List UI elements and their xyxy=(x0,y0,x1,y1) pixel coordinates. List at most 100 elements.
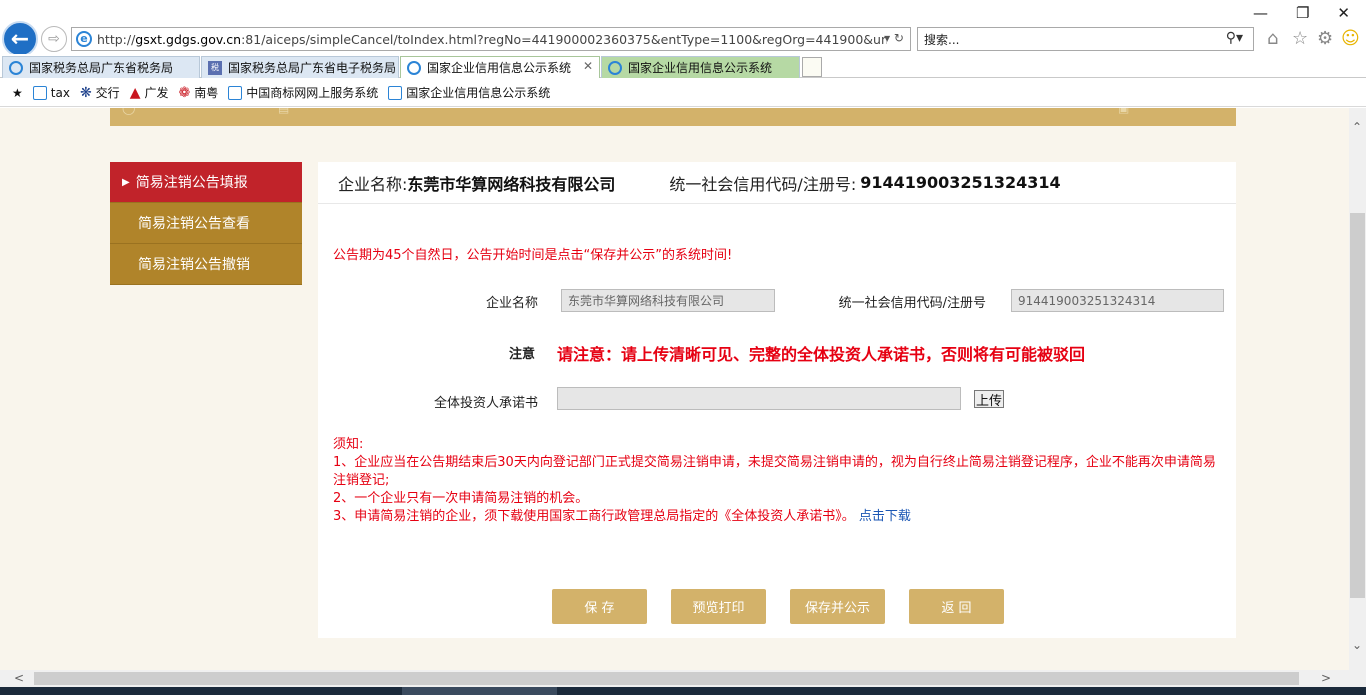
announcement-notice: 公告期为45个自然日，公告开始时间是点击“保存并公示”的系统时间! xyxy=(333,248,733,263)
tab-label: 国家企业信用信息公示系统 xyxy=(628,61,773,75)
url-host: gsxt.gdgs.gov.cn xyxy=(135,31,242,47)
favorite-cgb[interactable]: ▲ 广发 xyxy=(130,84,169,101)
page-icon xyxy=(228,85,243,100)
company-name-field[interactable]: 东莞市华算网络科技有限公司 xyxy=(561,289,775,312)
bocom-logo-icon: ❋ xyxy=(79,84,92,101)
credit-code-field[interactable]: 914419003251324314 xyxy=(1011,289,1224,312)
company-name-value: 东莞市华算网络科技有限公司 xyxy=(407,174,616,194)
instruction-item-3: 3、申请简易注销的企业，须下载使用国家工商行政管理总局指定的《全体投资人承诺书》… xyxy=(333,508,1228,526)
upload-button[interactable]: 上传 xyxy=(974,390,1004,409)
favorite-trademark[interactable]: 中国商标网网上服务系统 xyxy=(228,84,378,101)
action-buttons: 保 存 预览打印 保存并公示 返 回 xyxy=(552,589,1004,624)
save-button-label: 保 存 xyxy=(584,601,615,616)
sidebar-item-label: 简易注销公告撤销 xyxy=(138,257,250,273)
sidebar-item-revoke-announcement[interactable]: 简易注销公告撤销 xyxy=(110,244,302,285)
banner-doc-icon: ▤ xyxy=(278,108,290,115)
save-and-publish-button[interactable]: 保存并公示 xyxy=(790,589,885,624)
credit-code-label: 统一社会信用代码/注册号: xyxy=(669,174,857,194)
form-panel: 企业名称: 东莞市华算网络科技有限公司 统一社会信用代码/注册号: 914419… xyxy=(318,162,1236,638)
favorite-tax[interactable]: tax xyxy=(32,85,70,100)
attention-label: 注意 xyxy=(509,347,536,362)
favorite-label: 中国商标网网上服务系统 xyxy=(246,86,379,100)
scroll-down-icon[interactable]: ⌄ xyxy=(1352,638,1362,652)
favorite-credit-system[interactable]: 国家企业信用信息公示系统 xyxy=(388,84,550,101)
top-nav-banner: ◯ ▤ ▣ xyxy=(110,108,1236,126)
investor-commitment-file-field[interactable] xyxy=(557,387,961,410)
scroll-up-icon[interactable]: ⌃ xyxy=(1352,120,1362,134)
tax-app-icon: 税 xyxy=(208,60,222,75)
address-bar[interactable]: e http://gsxt.gdgs.gov.cn:81/aiceps/simp… xyxy=(71,27,911,51)
company-name-field-value: 东莞市华算网络科技有限公司 xyxy=(568,294,725,308)
taskbar-active-item[interactable] xyxy=(402,687,557,695)
investor-commitment-label: 全体投资人承诺书 xyxy=(433,396,538,411)
tab-e-tax-bureau[interactable]: 税 国家税务总局广东省电子税务局 xyxy=(201,56,399,78)
banner-icon: ◯ xyxy=(122,108,136,115)
vertical-scrollbar[interactable]: ⌃ ⌄ xyxy=(1349,108,1366,670)
favorite-bocom[interactable]: ❋ 交行 xyxy=(80,84,120,101)
tab-tax-bureau[interactable]: 国家税务总局广东省税务局 xyxy=(2,56,200,78)
search-input[interactable]: 搜索... ⚲▾ xyxy=(917,27,1254,51)
page-icon xyxy=(388,85,403,100)
forward-arrow-icon[interactable]: ⇨ xyxy=(41,26,67,52)
new-tab-button[interactable] xyxy=(802,57,822,77)
instruction-item-1: 1、企业应当在公告期结束后30天内向登记部门正式提交简易注销申请，未提交简易注销… xyxy=(333,455,1216,488)
favorites-star-icon[interactable]: ☆ xyxy=(1292,28,1308,49)
banner-exit-icon: ▣ xyxy=(1118,108,1130,115)
favorites-bar: ★ tax ❋ 交行 ▲ 广发 ❁ 南粤 中国商标网网上服务系统 国家企业信用信息公示… xyxy=(0,79,1366,107)
favorite-label: 南粤 xyxy=(194,86,219,100)
sidebar-item-fill-announcement[interactable]: ▶ 简易注销公告填报 xyxy=(110,162,302,203)
taskbar-strip xyxy=(0,687,1366,695)
ie-tab-icon xyxy=(608,60,622,75)
page-viewport: ◯ ▤ ▣ ▶ 简易注销公告填报 简易注销公告查看 简易注销公告撤销 企业名称:… xyxy=(0,108,1349,670)
tab-close-icon[interactable]: ✕ xyxy=(583,59,593,73)
cgb-logo-icon: ▲ xyxy=(129,84,141,101)
refresh-icon[interactable]: ▾ ↻ xyxy=(884,31,904,45)
horizontal-scroll-thumb[interactable] xyxy=(34,672,1299,685)
browser-toolbar: ← ⇨ e http://gsxt.gdgs.gov.cn:81/aiceps/… xyxy=(0,0,1366,57)
back-arrow-icon[interactable]: ← xyxy=(2,21,38,57)
url-rest: :81/aiceps/simpleCancel/toIndex.html?reg… xyxy=(241,31,887,47)
search-icon[interactable]: ⚲▾ xyxy=(1226,30,1243,46)
back-button[interactable]: 返 回 xyxy=(909,589,1004,624)
gear-icon[interactable]: ⚙ xyxy=(1317,28,1333,49)
window-controls: — ❐ ✕ xyxy=(1253,4,1350,22)
minimize-icon[interactable]: — xyxy=(1253,4,1268,22)
tab-label: 国家税务总局广东省税务局 xyxy=(29,61,174,75)
back-button-label: 返 回 xyxy=(941,601,972,616)
download-link[interactable]: 点击下载 xyxy=(859,509,911,524)
credit-code-value: 914419003251324314 xyxy=(860,173,1061,192)
scroll-left-icon[interactable]: < xyxy=(14,671,24,685)
tab-credit-system[interactable]: 国家企业信用信息公示系统 xyxy=(601,56,800,78)
favorite-label: tax xyxy=(50,85,70,100)
credit-code-field-value: 914419003251324314 xyxy=(1018,293,1156,308)
url-prefix: http:// xyxy=(97,31,136,47)
search-placeholder: 搜索... xyxy=(924,32,960,47)
company-header: 企业名称: 东莞市华算网络科技有限公司 统一社会信用代码/注册号: 914419… xyxy=(318,162,1236,204)
sidebar-item-view-announcement[interactable]: 简易注销公告查看 xyxy=(110,203,302,244)
sidebar-item-label: 简易注销公告填报 xyxy=(135,175,248,191)
home-icon[interactable]: ⌂ xyxy=(1267,28,1278,49)
nanyue-logo-icon: ❁ xyxy=(178,84,191,101)
save-and-publish-button-label: 保存并公示 xyxy=(804,601,870,616)
instruction-item-2: 2、一个企业只有一次申请简易注销的机会。 xyxy=(333,491,589,506)
favorite-nanyue[interactable]: ❁ 南粤 xyxy=(178,84,218,101)
instruction-item-3-text: 3、申请简易注销的企业，须下载使用国家工商行政管理总局指定的《全体投资人承诺书》… xyxy=(333,509,855,524)
tab-credit-system-active[interactable]: 国家企业信用信息公示系统 ✕ xyxy=(400,56,600,78)
sidebar-menu: ▶ 简易注销公告填报 简易注销公告查看 简易注销公告撤销 xyxy=(110,162,302,285)
instructions-title: 须知: xyxy=(333,437,364,452)
upload-button-label: 上传 xyxy=(975,393,1002,409)
smiley-feedback-icon[interactable]: ☺ xyxy=(1341,28,1360,49)
save-button[interactable]: 保 存 xyxy=(552,589,647,624)
address-url[interactable]: http://gsxt.gdgs.gov.cn:81/aiceps/simple… xyxy=(97,32,887,47)
favorites-star-icon[interactable]: ★ xyxy=(12,86,23,100)
sidebar-item-label: 简易注销公告查看 xyxy=(138,216,250,232)
favorite-label: 交行 xyxy=(95,86,120,100)
scroll-right-icon[interactable]: > xyxy=(1321,671,1331,685)
restore-icon[interactable]: ❐ xyxy=(1296,4,1309,22)
vertical-scroll-thumb[interactable] xyxy=(1350,213,1365,598)
credit-code-field-label: 统一社会信用代码/注册号 xyxy=(838,296,986,311)
horizontal-scrollbar[interactable]: < > xyxy=(0,670,1349,687)
preview-print-button[interactable]: 预览打印 xyxy=(671,589,766,624)
instructions-block: 须知: 1、企业应当在公告期结束后30天内向登记部门正式提交简易注销申请，未提交… xyxy=(333,436,1228,526)
close-icon[interactable]: ✕ xyxy=(1337,4,1350,22)
